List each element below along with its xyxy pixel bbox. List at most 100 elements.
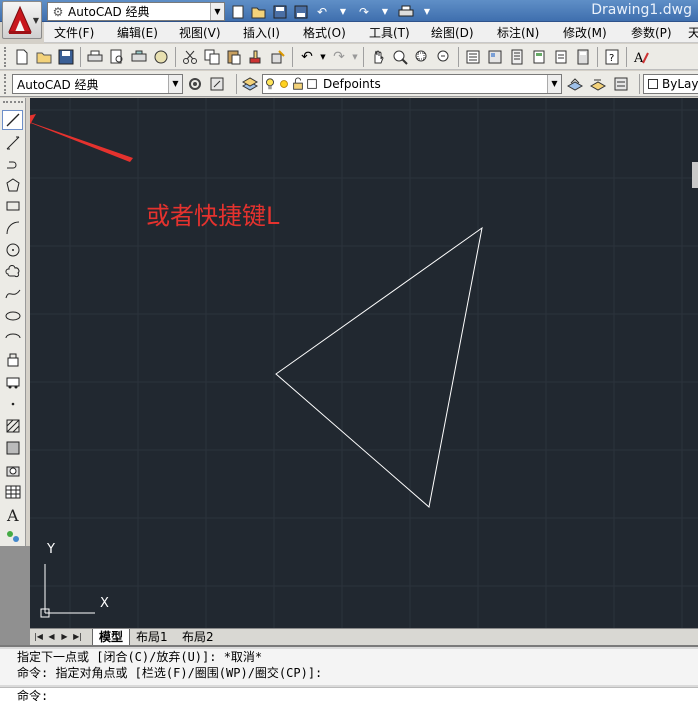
menu-file[interactable]: 文件(F) — [54, 24, 94, 41]
circle-icon[interactable] — [2, 240, 23, 260]
next-tab-icon[interactable]: ▶ — [59, 631, 70, 643]
first-tab-icon[interactable]: |◀ — [33, 631, 44, 643]
sheet-set-icon[interactable] — [528, 46, 550, 68]
zoom-window-icon[interactable] — [411, 46, 433, 68]
text-style-icon[interactable]: A — [630, 46, 652, 68]
arc-icon[interactable] — [2, 218, 23, 238]
toolbar-grip[interactable] — [3, 101, 23, 104]
toolbar-grip[interactable] — [4, 46, 8, 67]
redo-icon[interactable]: ↷ — [354, 2, 374, 21]
ellipse-arc-icon[interactable] — [2, 328, 23, 348]
chevron-down-icon[interactable]: ▼ — [417, 2, 437, 21]
chevron-down-icon[interactable]: ▼ — [168, 75, 182, 93]
help-icon[interactable]: ? — [601, 46, 623, 68]
new-icon[interactable] — [11, 46, 33, 68]
paste-icon[interactable] — [223, 46, 245, 68]
scrollbar-thumb[interactable] — [692, 162, 698, 188]
print-icon[interactable] — [396, 2, 416, 21]
undo-icon[interactable]: ↶ — [312, 2, 332, 21]
construction-line-icon[interactable] — [2, 133, 23, 153]
menu-view[interactable]: 视图(V) — [179, 24, 221, 41]
standard-toolbar: ↶ ▼ ↷ ▼ ? A — [0, 44, 698, 70]
triangle-geometry[interactable] — [275, 226, 483, 508]
chevron-down-icon[interactable]: ▼ — [375, 2, 395, 21]
menu-format[interactable]: 格式(O) — [303, 24, 346, 41]
save-icon[interactable] — [270, 2, 290, 21]
polygon-icon[interactable] — [2, 175, 23, 195]
menu-edit[interactable]: 编辑(E) — [117, 24, 158, 41]
workspace-settings-icon[interactable] — [184, 73, 206, 95]
workspace-customize-icon[interactable] — [206, 73, 228, 95]
multiline-text-icon[interactable]: A — [2, 504, 23, 524]
spline-icon[interactable] — [2, 284, 23, 304]
tab-model[interactable]: 模型 — [92, 629, 131, 646]
tab-layout2[interactable]: 布局2 — [176, 629, 220, 646]
copy-icon[interactable] — [201, 46, 223, 68]
saveas-icon[interactable] — [291, 2, 311, 21]
workspace-switcher[interactable]: ⚙ AutoCAD 经典 ▼ — [47, 2, 225, 21]
design-center-icon[interactable] — [484, 46, 506, 68]
pan-icon[interactable] — [367, 46, 389, 68]
match-properties-icon[interactable] — [245, 46, 267, 68]
table-icon[interactable] — [2, 482, 23, 502]
rectangle-icon[interactable] — [2, 196, 23, 216]
prev-tab-icon[interactable]: ◀ — [46, 631, 57, 643]
menu-tools[interactable]: 工具(T) — [369, 24, 410, 41]
menu-window[interactable]: 天 — [688, 24, 698, 41]
gradient-icon[interactable] — [2, 438, 23, 458]
command-input[interactable]: 命令: — [0, 687, 698, 701]
insert-block-icon[interactable] — [2, 350, 23, 370]
cut-icon[interactable] — [179, 46, 201, 68]
zoom-realtime-icon[interactable] — [389, 46, 411, 68]
menu-draw[interactable]: 绘图(D) — [431, 24, 474, 41]
application-menu-button[interactable]: ▼ — [2, 1, 42, 39]
3d-dwf-icon[interactable] — [150, 46, 172, 68]
print-icon[interactable] — [84, 46, 106, 68]
properties-icon[interactable] — [462, 46, 484, 68]
drawing-canvas[interactable]: 或者快捷键L Y X — [30, 98, 698, 628]
redo-icon[interactable]: ↷ — [328, 46, 350, 68]
tool-palettes-icon[interactable] — [506, 46, 528, 68]
undo-icon[interactable]: ↶ — [296, 46, 318, 68]
save-icon[interactable] — [55, 46, 77, 68]
menu-modify[interactable]: 修改(M) — [563, 24, 607, 41]
chevron-down-icon[interactable]: ▼ — [333, 2, 353, 21]
point-icon[interactable] — [2, 394, 23, 414]
add-selected-icon[interactable] — [2, 526, 23, 546]
new-icon[interactable] — [228, 2, 248, 21]
markup-icon[interactable] — [550, 46, 572, 68]
layer-previous-icon[interactable] — [587, 73, 609, 95]
open-icon[interactable] — [249, 2, 269, 21]
chevron-down-icon[interactable]: ▼ — [350, 46, 360, 68]
title-bar: ⚙ AutoCAD 经典 ▼ ↶ ▼ ↷ ▼ ▼ Drawing1.dwg — [0, 0, 698, 22]
chevron-down-icon[interactable]: ▼ — [547, 75, 561, 93]
tab-layout1[interactable]: 布局1 — [130, 629, 174, 646]
block-editor-icon[interactable] — [267, 46, 289, 68]
open-icon[interactable] — [33, 46, 55, 68]
make-current-layer-icon[interactable] — [564, 73, 586, 95]
plot-preview-icon[interactable] — [106, 46, 128, 68]
last-tab-icon[interactable]: ▶| — [72, 631, 83, 643]
line-tool-icon[interactable] — [2, 110, 23, 130]
polyline-icon[interactable] — [2, 154, 23, 174]
region-icon[interactable] — [2, 460, 23, 480]
menu-parametric[interactable]: 参数(P) — [631, 24, 672, 41]
layer-properties-icon[interactable] — [239, 73, 261, 95]
revision-cloud-icon[interactable] — [2, 262, 23, 282]
zoom-previous-icon[interactable] — [433, 46, 455, 68]
chevron-down-icon[interactable]: ▼ — [210, 3, 224, 20]
ellipse-icon[interactable] — [2, 306, 23, 326]
toolbar-grip[interactable] — [4, 74, 8, 94]
hatch-icon[interactable] — [2, 416, 23, 436]
layer-combo[interactable]: Defpoints ▼ — [262, 74, 562, 94]
menu-dimension[interactable]: 标注(N) — [497, 24, 539, 41]
make-block-icon[interactable] — [2, 372, 23, 392]
annotation-text: 或者快捷键L — [146, 202, 280, 230]
layer-state-icon[interactable] — [610, 73, 632, 95]
chevron-down-icon[interactable]: ▼ — [318, 46, 328, 68]
menu-insert[interactable]: 插入(I) — [243, 24, 280, 41]
linetype-combo[interactable]: ByLaye — [643, 74, 698, 94]
publish-icon[interactable] — [128, 46, 150, 68]
calculator-icon[interactable] — [572, 46, 594, 68]
workspace-combo[interactable]: AutoCAD 经典 ▼ — [12, 74, 183, 94]
